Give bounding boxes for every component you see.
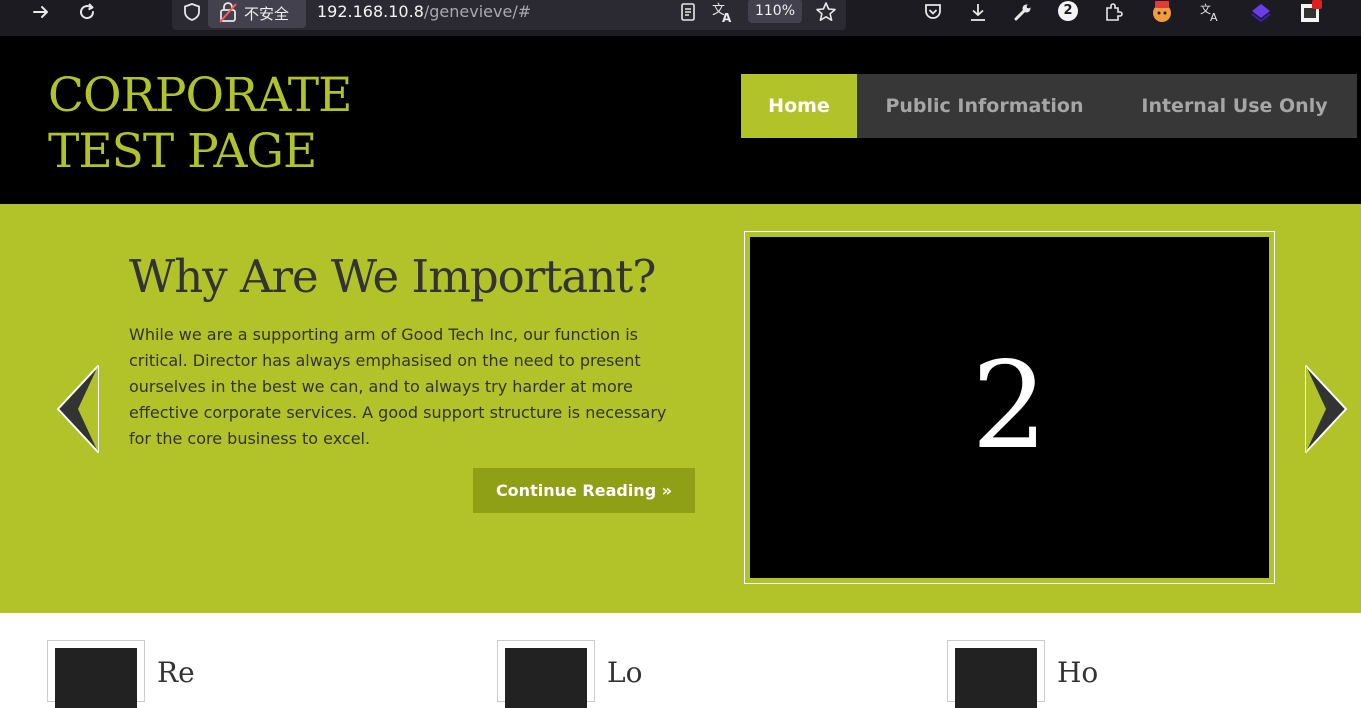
- extension-badge[interactable]: 2: [1058, 1, 1078, 21]
- continue-reading-button[interactable]: Continue Reading »: [473, 468, 695, 513]
- screenshot-ext-icon[interactable]: [1299, 0, 1323, 24]
- url-host: 192.168.10.8: [317, 2, 424, 21]
- site-title-line-2: TEST PAGE: [48, 124, 317, 179]
- feature-thumbnail: [947, 640, 1045, 708]
- url-text[interactable]: 192.168.10.8/genevieve/#: [317, 2, 531, 21]
- feature-title: Re: [157, 656, 195, 689]
- feature-thumbnail: [47, 640, 145, 708]
- main-nav: Home Public Information Internal Use Onl…: [741, 74, 1357, 138]
- forward-icon[interactable]: [30, 0, 52, 24]
- browser-toolbar: 不安全 192.168.10.8/genevieve/# 文A 110% 2 文…: [0, 0, 1361, 36]
- translate-ext-icon[interactable]: 文A: [1199, 0, 1223, 24]
- site-security-chip[interactable]: 不安全: [208, 0, 306, 28]
- slide-image-frame[interactable]: 2: [744, 231, 1275, 584]
- insecure-lock-icon: [219, 1, 237, 27]
- hero-slider: Why Are We Important? While we are a sup…: [0, 204, 1361, 613]
- slider-prev-arrow-icon[interactable]: [52, 362, 106, 456]
- svg-text:A: A: [1210, 11, 1218, 23]
- svg-text:A: A: [722, 11, 732, 23]
- feature-title: Ho: [1057, 656, 1099, 689]
- purple-layers-icon[interactable]: [1249, 0, 1273, 24]
- download-icon[interactable]: [966, 0, 990, 24]
- site-title-line-1: CORPORATE: [48, 68, 352, 123]
- feature-title: Lo: [607, 656, 643, 689]
- security-label: 不安全: [244, 5, 290, 23]
- slide-heading: Why Are We Important?: [129, 250, 656, 303]
- nav-internal-use-only[interactable]: Internal Use Only: [1112, 74, 1357, 138]
- nav-public-information[interactable]: Public Information: [857, 74, 1112, 138]
- feature-thumbnail: [497, 640, 595, 708]
- zoom-level[interactable]: 110%: [748, 0, 802, 23]
- translate-icon[interactable]: 文A: [710, 0, 736, 24]
- url-path: /genevieve/#: [423, 2, 532, 21]
- site-header: CORPORATE TEST PAGE Home Public Informat…: [0, 36, 1361, 204]
- slide-image: 2: [750, 237, 1269, 578]
- slider-next-arrow-icon[interactable]: [1298, 362, 1352, 456]
- fox-extension-icon[interactable]: [1150, 0, 1174, 24]
- extensions-icon[interactable]: [1101, 0, 1125, 24]
- shield-icon[interactable]: [181, 0, 203, 24]
- wrench-icon[interactable]: [1011, 0, 1035, 24]
- features-section: Re Lo Ho: [0, 613, 1361, 708]
- slide-number: 2: [971, 336, 1048, 476]
- site-title[interactable]: CORPORATE TEST PAGE: [48, 68, 378, 180]
- slide-body: While we are a supporting arm of Good Te…: [129, 325, 667, 448]
- nav-home[interactable]: Home: [741, 74, 857, 138]
- reader-view-icon[interactable]: [677, 0, 699, 24]
- pocket-icon[interactable]: [921, 0, 945, 24]
- bookmark-star-icon[interactable]: [814, 0, 838, 24]
- reload-icon[interactable]: [76, 0, 98, 24]
